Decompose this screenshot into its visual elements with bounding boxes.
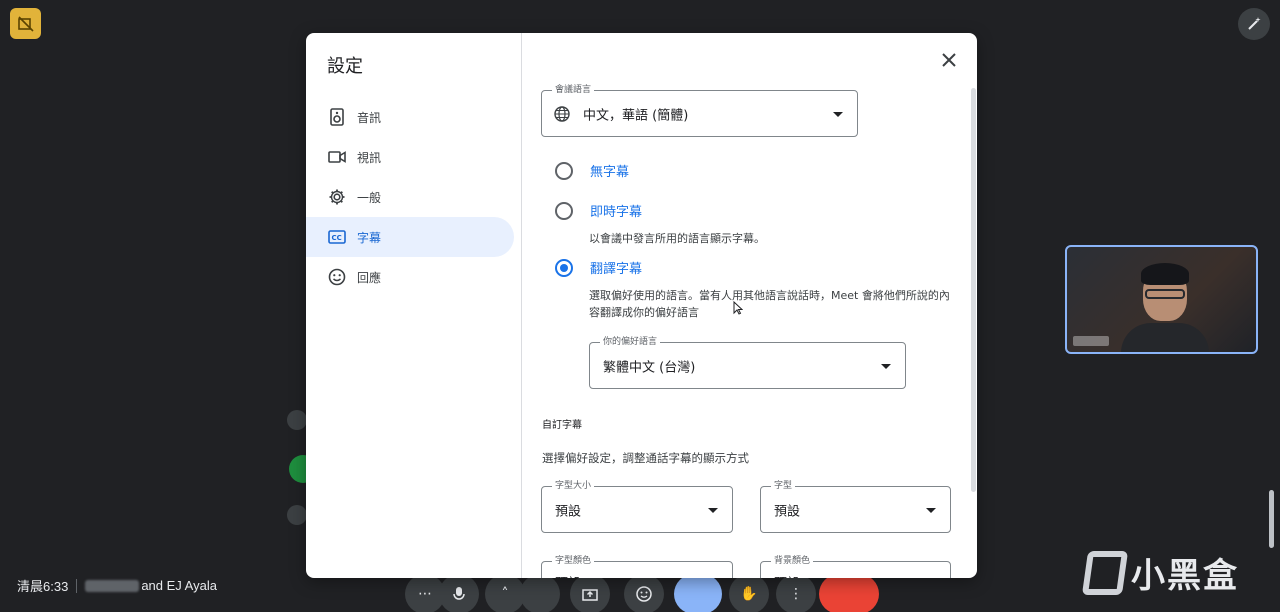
font-color-value: 預設 (555, 573, 581, 579)
meeting-language-legend: 會議語言 (552, 84, 595, 96)
emoji-icon (636, 586, 652, 602)
option-description: 以會議中發言所用的語言顯示字幕。 (589, 232, 765, 245)
radio-button[interactable] (555, 201, 573, 220)
option-translated-captions[interactable]: 翻譯字幕 (555, 258, 642, 277)
captions-button[interactable] (674, 574, 722, 612)
reaction-icon-2 (287, 505, 307, 525)
preferred-language-value: 繁體中文 (台灣) (603, 360, 696, 375)
custom-captions-title: 自訂字幕 (542, 420, 582, 431)
edit-pen-button[interactable] (1238, 8, 1270, 40)
radio-button-checked[interactable] (555, 258, 573, 277)
dropdown-caret-icon (708, 507, 718, 513)
font-value: 預設 (774, 504, 801, 519)
camera-off-icon (17, 15, 34, 32)
dropdown-caret-icon (833, 111, 843, 117)
participant-video (1121, 263, 1209, 352)
more-options-button[interactable]: ⋮ (776, 574, 816, 612)
font-select[interactable]: 字型 預設 (760, 480, 951, 533)
watermark-text: 小黑盒 (1131, 556, 1239, 596)
raise-hand-button[interactable]: ✋ (729, 574, 769, 612)
speaker-icon (327, 107, 347, 127)
nav-item-reactions[interactable]: 回應 (306, 257, 514, 297)
nav-item-captions[interactable]: CC 字幕 (306, 217, 514, 257)
bg-color-value: 預設 (774, 573, 800, 579)
present-button[interactable] (570, 574, 610, 612)
watermark: 小黑盒 (1081, 548, 1239, 597)
dropdown-caret-icon (926, 507, 936, 513)
tile-name-label (1073, 336, 1109, 346)
settings-nav: 設定 音訊 視訊 一般 CC 字幕 回應 (306, 33, 522, 578)
closed-captions-icon: CC (327, 227, 347, 247)
camera-off-badge[interactable] (10, 8, 41, 39)
settings-dialog: 設定 音訊 視訊 一般 CC 字幕 回應 會議語言 中文，華語 (簡體) 無字幕… (306, 33, 977, 578)
mouse-cursor-icon (733, 301, 743, 315)
font-legend: 字型 (771, 480, 796, 492)
nav-item-label: 字幕 (357, 230, 382, 245)
dialog-title: 設定 (327, 56, 363, 77)
emoji-button[interactable] (624, 574, 664, 612)
bg-color-legend: 背景顏色 (771, 555, 814, 567)
smiley-icon (327, 267, 347, 287)
meeting-language-value: 中文，華語 (簡體) (583, 108, 689, 123)
bg-color-select[interactable]: 背景顏色 預設 (760, 555, 951, 579)
watermark-logo-icon (1081, 550, 1129, 595)
captions-settings: 會議語言 中文，華語 (簡體) 無字幕 即時字幕 以會議中發言所用的語言顯示字幕… (522, 33, 977, 578)
page-scrollbar[interactable] (1269, 490, 1274, 548)
globe-icon (554, 106, 570, 122)
option-label: 翻譯字幕 (590, 262, 643, 277)
nav-item-general[interactable]: 一般 (306, 177, 514, 217)
option-label: 無字幕 (590, 165, 630, 180)
option-label: 即時字幕 (590, 205, 643, 220)
video-camera-icon (327, 147, 347, 167)
microphone-icon (453, 587, 465, 600)
gear-icon (327, 187, 347, 207)
custom-captions-subtitle: 選擇偏好設定，調整通話字幕的顯示方式 (542, 451, 749, 465)
nav-item-label: 音訊 (357, 110, 382, 125)
dropdown-caret-icon (881, 363, 891, 369)
meeting-language-select[interactable]: 會議語言 中文，華語 (簡體) (541, 84, 858, 137)
font-color-legend: 字型顏色 (552, 555, 595, 567)
radio-button[interactable] (555, 161, 573, 180)
end-call-button[interactable] (819, 574, 879, 612)
font-size-select[interactable]: 字型大小 預設 (541, 480, 733, 533)
font-size-value: 預設 (555, 504, 582, 519)
chevron-up-button[interactable]: ˄ (485, 574, 525, 612)
nav-item-label: 回應 (357, 270, 382, 285)
nav-item-video[interactable]: 視訊 (306, 137, 514, 177)
svg-text:CC: CC (332, 234, 342, 242)
self-view-tile[interactable] (1065, 245, 1258, 354)
pen-sparkle-icon (1248, 17, 1261, 30)
reaction-icon (287, 410, 307, 430)
camera-button[interactable] (520, 574, 560, 612)
dialog-scrollbar[interactable] (971, 88, 976, 492)
microphone-button[interactable] (439, 574, 479, 612)
font-color-select[interactable]: 字型顏色 預設 (541, 555, 733, 579)
option-live-captions[interactable]: 即時字幕 (555, 201, 642, 220)
nav-item-label: 視訊 (357, 150, 382, 165)
preferred-language-legend: 你的偏好語言 (600, 336, 661, 348)
nav-item-audio[interactable]: 音訊 (306, 97, 514, 137)
font-size-legend: 字型大小 (552, 480, 595, 492)
preferred-language-select[interactable]: 你的偏好語言 繁體中文 (台灣) (589, 336, 906, 389)
option-description: 選取偏好使用的語言。當有人用其他語言說話時，Meet 會將他們所說的內容翻譯成你… (589, 289, 950, 319)
present-screen-icon (582, 589, 598, 601)
nav-item-label: 一般 (357, 190, 382, 205)
option-no-captions[interactable]: 無字幕 (555, 161, 629, 180)
